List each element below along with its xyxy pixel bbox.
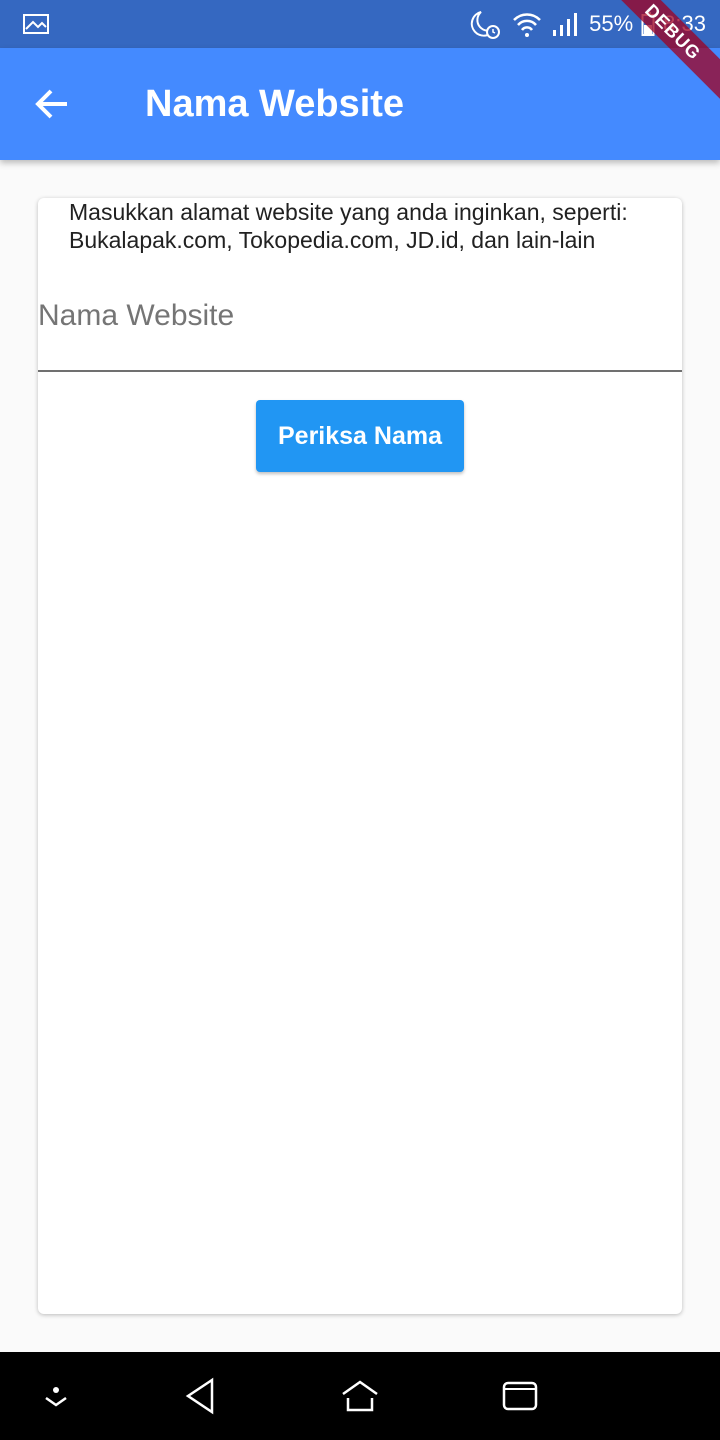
battery-percent: 55%: [589, 11, 634, 36]
form-card: Masukkan alamat website yang anda ingink…: [38, 198, 682, 1314]
page-title: Nama Website: [145, 83, 405, 125]
nav-back-button[interactable]: [170, 1366, 230, 1426]
status-bar: 55% 8:33: [0, 0, 720, 48]
wifi-icon: [513, 13, 542, 37]
navigation-bar: [0, 1352, 720, 1440]
check-name-button[interactable]: Periksa Nama: [256, 400, 464, 472]
chevron-down-icon: [45, 1387, 67, 1407]
signal-icon: [553, 13, 578, 36]
nav-home-button[interactable]: [330, 1366, 390, 1426]
arrow-back-icon: [35, 89, 67, 119]
moon-alarm-icon: [470, 11, 501, 39]
website-name-input[interactable]: [38, 288, 682, 370]
website-name-field: [38, 288, 682, 372]
recents-icon: [502, 1381, 538, 1411]
image-icon: [23, 14, 49, 34]
back-button[interactable]: [24, 76, 80, 132]
app-bar: Nama Website: [0, 48, 720, 160]
nav-recents-button[interactable]: [490, 1366, 550, 1426]
home-icon: [342, 1380, 378, 1412]
back-triangle-icon: [185, 1377, 214, 1415]
instruction-text: Masukkan alamat website yang anda ingink…: [69, 199, 628, 253]
nav-hide-button[interactable]: [26, 1366, 86, 1426]
